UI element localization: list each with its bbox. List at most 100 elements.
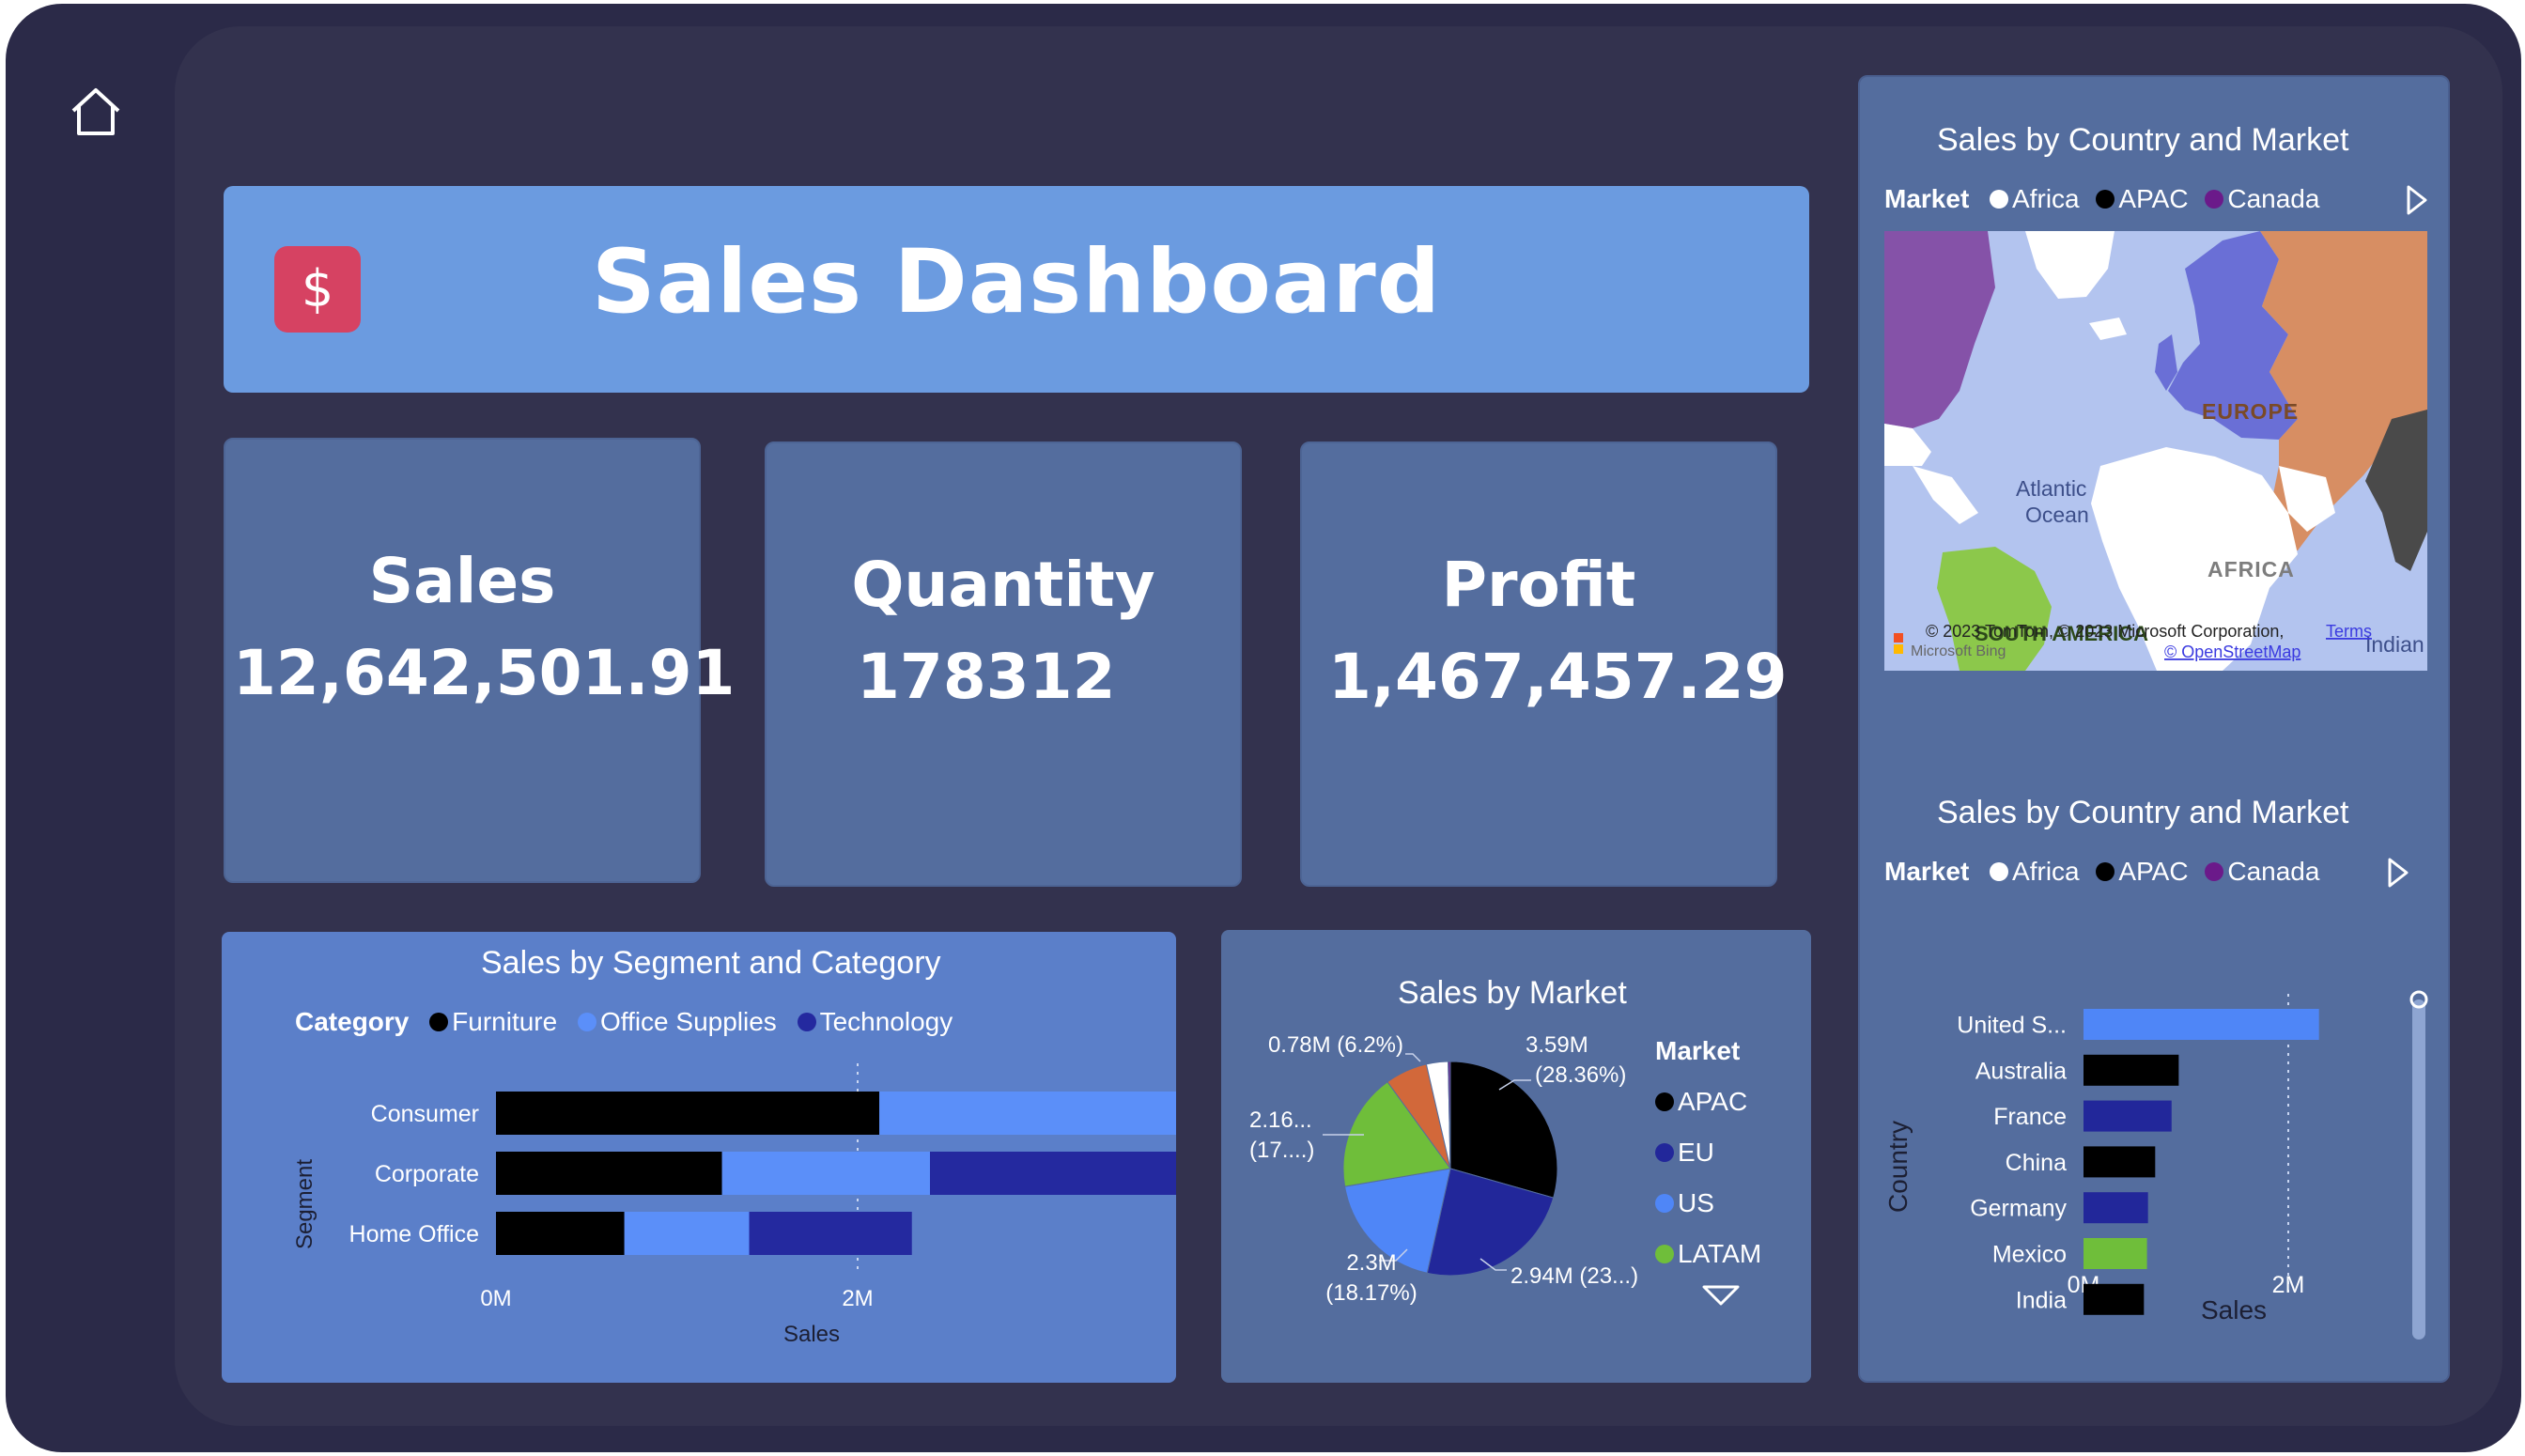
country-bar[interactable]	[2084, 1009, 2319, 1040]
y-tick-label: China	[2006, 1150, 2067, 1176]
data-label: 2.94M (23...)	[1510, 1263, 1638, 1289]
legend-dot-apac	[2096, 861, 2115, 881]
bar-segment[interactable]	[749, 1212, 912, 1255]
country-bar[interactable]	[2084, 1238, 2147, 1269]
map-osm-link: © OpenStreetMap	[2164, 643, 2300, 661]
map-legend: Market Africa APAC Canada	[1884, 184, 2319, 214]
map-label-atlantic: Atlantic	[2016, 476, 2086, 501]
y-tick-label: Germany	[1970, 1196, 2067, 1222]
segment-category-chart[interactable]: Sales by Segment and Category Category F…	[222, 932, 1176, 1383]
y-axis-title: Country	[1883, 1121, 1913, 1213]
x-tick-label: 2M	[842, 1286, 873, 1311]
map-attribution: © 2023 TomTom, © 2023 Microsoft Corporat…	[1926, 622, 2284, 641]
y-tick-label: Australia	[1975, 1058, 2067, 1084]
legend-item[interactable]: APAC	[1678, 1087, 1747, 1116]
market-pie-chart[interactable]: Sales by Market 3.59M (28.36%) 2.94M (23..…	[1221, 930, 1811, 1383]
x-axis-title: Sales	[2201, 1295, 2267, 1324]
x-tick-label: 0M	[480, 1286, 511, 1311]
country-chart-title: Sales by Country and Market	[1937, 795, 2349, 830]
data-label: (28.36%)	[1535, 1062, 1626, 1088]
legend-dot-apac	[2096, 189, 2115, 209]
country-bar[interactable]	[2084, 1146, 2156, 1178]
legend-dot-africa	[1990, 861, 2009, 881]
legend-scroll-down-icon[interactable]	[1702, 1283, 1740, 1308]
segment-plot: Segment Sales 0M2M4M6MConsumerCorporateH…	[292, 1063, 1176, 1347]
home-icon[interactable]	[68, 83, 124, 139]
legend-item[interactable]: LATAM	[1678, 1239, 1761, 1268]
bar-segment[interactable]	[624, 1212, 750, 1255]
country-bar[interactable]	[2084, 1100, 2172, 1132]
legend-dot-canada	[2205, 861, 2224, 881]
pie-legend: Market APAC EU US LATAM	[1655, 1026, 1761, 1279]
dollar-icon: $	[274, 246, 361, 333]
y-tick-label: Corporate	[375, 1161, 479, 1187]
scrollbar-track[interactable]	[2412, 999, 2425, 1340]
y-axis-title: Segment	[292, 1159, 318, 1249]
map-terms-link: Terms	[2326, 622, 2372, 641]
bar-segment[interactable]	[721, 1152, 930, 1195]
sales-map[interactable]: EUROPE Atlantic Ocean AFRICA SOUTH AMERI…	[1884, 231, 2427, 671]
kpi-card-sales[interactable]: Sales 12,642,501.91	[224, 438, 735, 883]
legend-dot-apac	[1655, 1092, 1674, 1111]
legend-item[interactable]: Africa	[2012, 184, 2080, 213]
legend-title: Market	[1884, 184, 1970, 213]
y-tick-label: United S...	[1957, 1013, 2067, 1039]
bar-segment[interactable]	[930, 1152, 1176, 1195]
leader-line	[1405, 1053, 1421, 1062]
country-market-panel: Sales by Country and Market Market Afric…	[1858, 75, 2450, 1383]
y-tick-label: Consumer	[371, 1101, 479, 1127]
map-label-ocean: Ocean	[2025, 503, 2089, 527]
legend-item[interactable]: Canada	[2227, 184, 2319, 213]
legend-item[interactable]: Africa	[2012, 857, 2080, 886]
legend-item[interactable]: APAC	[2118, 184, 2188, 213]
bar-segment[interactable]	[496, 1212, 625, 1255]
data-label: 3.59M	[1526, 1032, 1588, 1058]
kpi-value: 1,467,457.29	[1328, 641, 1788, 713]
country-plot: Country Sales 0M2MUnited S...AustraliaFr…	[1883, 990, 2428, 1340]
map-label-europe: EUROPE	[2202, 399, 2299, 424]
data-label: 2.16...	[1249, 1107, 1312, 1133]
kpi-label: Profit	[1441, 549, 1636, 621]
legend-title: Market	[1655, 1036, 1741, 1065]
legend-item[interactable]: EU	[1678, 1138, 1714, 1167]
kpi-card-quantity[interactable]: Quantity 178312	[765, 441, 1242, 887]
y-tick-label: Home Office	[349, 1221, 479, 1247]
x-axis-title: Sales	[783, 1322, 840, 1347]
legend-item[interactable]: Canada	[2227, 857, 2319, 886]
x-tick-label: 2M	[2272, 1272, 2305, 1298]
map-label-indian: Indian	[2365, 632, 2424, 657]
legend-dot-canada	[2205, 189, 2224, 209]
country-chart-legend: Market Africa APAC Canada	[1884, 857, 2319, 887]
legend-dot-us	[1655, 1193, 1674, 1213]
country-bar[interactable]	[2084, 1054, 2179, 1086]
legend-item[interactable]: APAC	[2118, 857, 2188, 886]
map-bing-label: Microsoft Bing	[1911, 643, 2006, 659]
kpi-value: 178312	[857, 641, 1116, 713]
legend-item[interactable]: US	[1678, 1188, 1714, 1217]
title-banner: $ Sales Dashboard	[224, 186, 1809, 393]
legend-next-arrow-icon[interactable]	[2405, 184, 2429, 216]
data-label: (17....)	[1249, 1138, 1314, 1163]
map-title: Sales by Country and Market	[1937, 122, 2349, 158]
country-bar[interactable]	[2084, 1283, 2145, 1315]
kpi-value: 12,642,501.91	[233, 637, 736, 709]
y-tick-label: India	[2016, 1287, 2067, 1313]
y-tick-label: Mexico	[1992, 1242, 2067, 1268]
data-label: 2.3M	[1346, 1250, 1396, 1276]
bar-segment[interactable]	[496, 1092, 880, 1135]
bar-segment[interactable]	[879, 1092, 1176, 1135]
bar-segment[interactable]	[496, 1152, 722, 1195]
legend-next-arrow-icon[interactable]	[2386, 857, 2410, 889]
y-tick-label: France	[1993, 1104, 2067, 1130]
country-bar[interactable]	[2084, 1192, 2148, 1224]
legend-dot-latam	[1655, 1244, 1674, 1263]
data-label: (18.17%)	[1325, 1280, 1417, 1306]
kpi-card-profit[interactable]: Profit 1,467,457.29	[1300, 441, 1788, 887]
map-canvas[interactable]: EUROPE Atlantic Ocean AFRICA SOUTH AMERI…	[1884, 231, 2427, 671]
map-label-africa: AFRICA	[2207, 557, 2295, 581]
data-label: 0.78M (6.2%)	[1268, 1032, 1403, 1058]
page-title: Sales Dashboard	[592, 231, 1442, 333]
legend-title: Market	[1884, 857, 1970, 886]
legend-dot-africa	[1990, 189, 2009, 209]
dashboard-frame: $ Sales Dashboard Sales 12,642,501.91 Qu…	[6, 4, 2521, 1452]
